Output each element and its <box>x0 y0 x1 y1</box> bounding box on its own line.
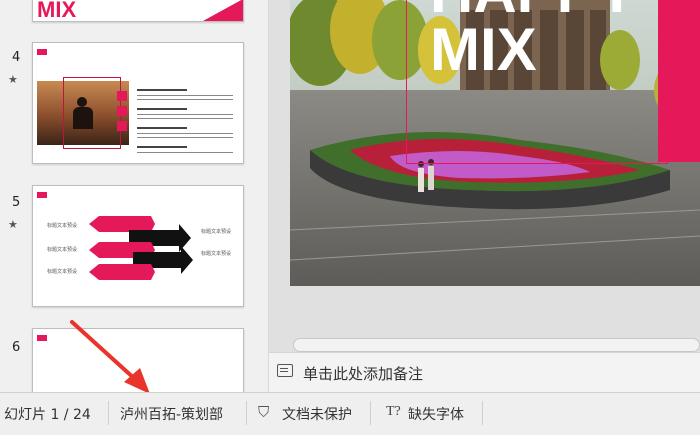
slide-accent-bar <box>658 0 700 162</box>
status-divider <box>482 401 483 425</box>
status-divider <box>246 401 247 425</box>
horizontal-scrollbar[interactable] <box>293 338 700 352</box>
shield-icon: ⛉ <box>258 403 270 421</box>
document-protection-button[interactable]: 文档未保护 <box>282 404 352 424</box>
slide-thumbnail-panel: MIX 4 ★ 5 ★ 标题文本预设 标题文本预设 标题文本预设 标题文本预设 … <box>0 0 269 392</box>
slide-editor: HAPPY MIX 单击此处添加备注 <box>269 0 700 393</box>
notes-placeholder: 单击此处添加备注 <box>303 365 424 383</box>
author-label[interactable]: 泸州百拓-策划部 <box>120 404 223 424</box>
status-divider <box>108 401 109 425</box>
status-divider <box>370 401 371 425</box>
notes-icon <box>277 364 293 377</box>
annotation-arrow <box>70 320 150 392</box>
missing-font-icon: T? <box>386 404 401 419</box>
slide-title-line2: MIX <box>430 16 537 83</box>
status-bar: 幻灯片 1 / 24 泸州百拓-策划部 ⛉ 文档未保护 T? 缺失字体 <box>0 392 700 435</box>
missing-fonts-button[interactable]: 缺失字体 <box>408 404 464 424</box>
slide-counter[interactable]: 幻灯片 1 / 24 <box>4 404 91 424</box>
notes-pane[interactable]: 单击此处添加备注 <box>269 352 700 393</box>
main-slide-canvas[interactable]: HAPPY MIX <box>290 0 700 286</box>
